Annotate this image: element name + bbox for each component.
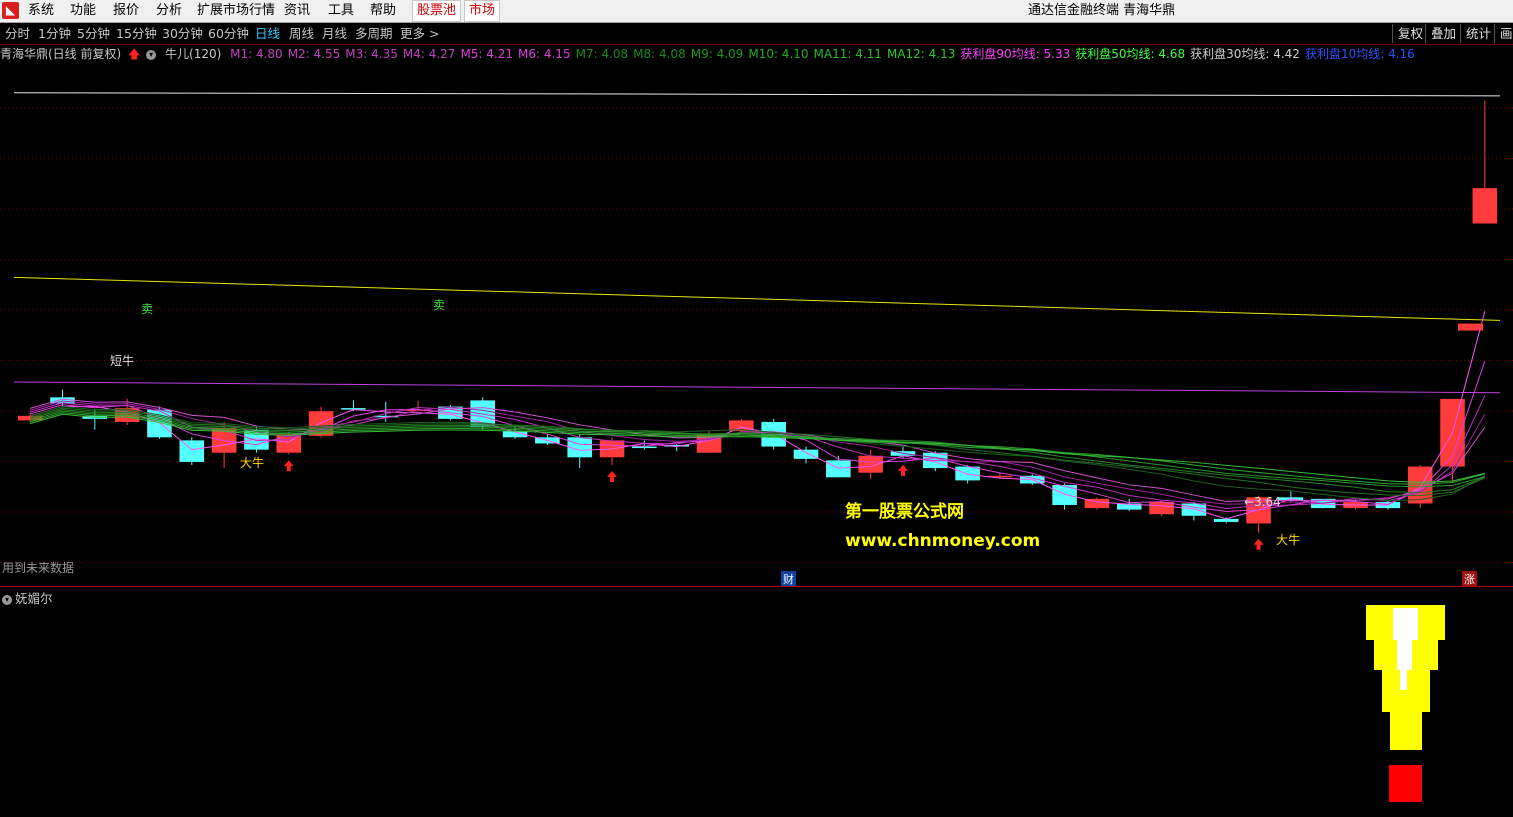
candle-body xyxy=(179,440,205,462)
moving-average-line xyxy=(30,407,1486,497)
candle-body xyxy=(858,455,883,473)
limit-price-marker xyxy=(1458,323,1483,331)
formula-name-label[interactable]: 牛儿(120) xyxy=(165,47,221,61)
chart-legend: 青海华鼎(日线 前复权) 🡅 ▾ 牛儿(120) M1: 4.80 M2: 4.5… xyxy=(0,46,1425,62)
low-price-marker: ←3.64 xyxy=(1244,495,1281,509)
indicator-value-label: M7: 4.08 xyxy=(575,47,629,61)
low-price-value: 3.64 xyxy=(1254,495,1281,509)
indicator-value-label: M5: 4.21 xyxy=(460,47,514,61)
indicator-values: M1: 4.80 M2: 4.55 M3: 4.35 M4: 4.27 M5: 4.21… xyxy=(230,47,1420,61)
indicator-value-label: 获利盘50均线: 4.68 xyxy=(1075,47,1186,61)
profit-level-line xyxy=(13,92,1501,97)
big-bull-label: 大牛 xyxy=(1276,533,1301,547)
watermark-url: www.chnmoney.com xyxy=(845,531,1041,551)
indicator-value-label: 获利盘90均线: 5.33 xyxy=(960,47,1071,61)
indicator-value-label: M3: 4.35 xyxy=(345,47,398,61)
candlestick-chart[interactable] xyxy=(0,0,1513,817)
panel-divider xyxy=(0,586,1513,587)
indicator-value-label: M9: 4.09 xyxy=(690,47,744,61)
subchart-title[interactable]: 妩媚尔 xyxy=(15,591,53,606)
subchart-menu-icon[interactable]: ▾ xyxy=(2,594,12,605)
candle-body xyxy=(1472,188,1498,224)
indicator-value-label: M4: 4.27 xyxy=(402,47,456,61)
indicator-value-label: M8: 4.08 xyxy=(633,47,686,61)
watermark-title: 第一股票公式网 xyxy=(845,502,964,522)
finance-event-badge[interactable]: 财 xyxy=(781,571,796,587)
indicator-value-label: 获利盘10均线: 4.16 xyxy=(1304,47,1415,61)
sell-signal-label: 卖 xyxy=(433,298,446,312)
rise-event-badge[interactable]: 涨 xyxy=(1462,571,1477,587)
candle-body xyxy=(1149,501,1174,515)
future-data-warning: 用到未来数据 xyxy=(2,561,75,575)
candle-body xyxy=(826,460,851,478)
indicator-value-label: M10: 4.10 xyxy=(748,47,809,61)
indicator-value-label: MA11: 4.11 xyxy=(813,47,882,61)
candle-body xyxy=(632,446,657,449)
up-arrow-icon: 🡅 xyxy=(128,47,141,61)
buy-arrow-icon xyxy=(1253,538,1264,550)
subchart-header: ▾ 妩媚尔 xyxy=(2,588,53,607)
indicator-value-label: MA12: 4.13 xyxy=(886,47,956,61)
stock-name-label[interactable]: 青海华鼎(日线 前复权) xyxy=(0,47,121,61)
indicator-value-label: M1: 4.80 xyxy=(230,47,283,61)
big-bull-label: 大牛 xyxy=(240,456,265,470)
moving-average-line xyxy=(30,395,1486,510)
moving-average-line xyxy=(30,398,1486,502)
profit-level-line xyxy=(13,381,1501,394)
moving-average-line xyxy=(30,409,1486,494)
formula-menu-icon[interactable]: ▾ xyxy=(146,49,157,60)
candle-body xyxy=(793,449,819,459)
indicator-value-label: M2: 4.55 xyxy=(287,47,341,61)
buy-arrow-icon xyxy=(607,471,618,483)
moving-average-line xyxy=(30,400,1486,505)
profit-level-line xyxy=(13,276,1501,321)
indicator-value-label: M6: 4.15 xyxy=(518,47,571,61)
sell-signal-label: 卖 xyxy=(141,302,154,316)
buy-arrow-icon xyxy=(897,464,908,476)
moving-average-line xyxy=(30,311,1486,520)
candle-body xyxy=(955,466,980,481)
short-bull-label: 短牛 xyxy=(110,354,135,368)
indicator-value-label: 获利盘30均线: 4.42 xyxy=(1190,47,1300,61)
